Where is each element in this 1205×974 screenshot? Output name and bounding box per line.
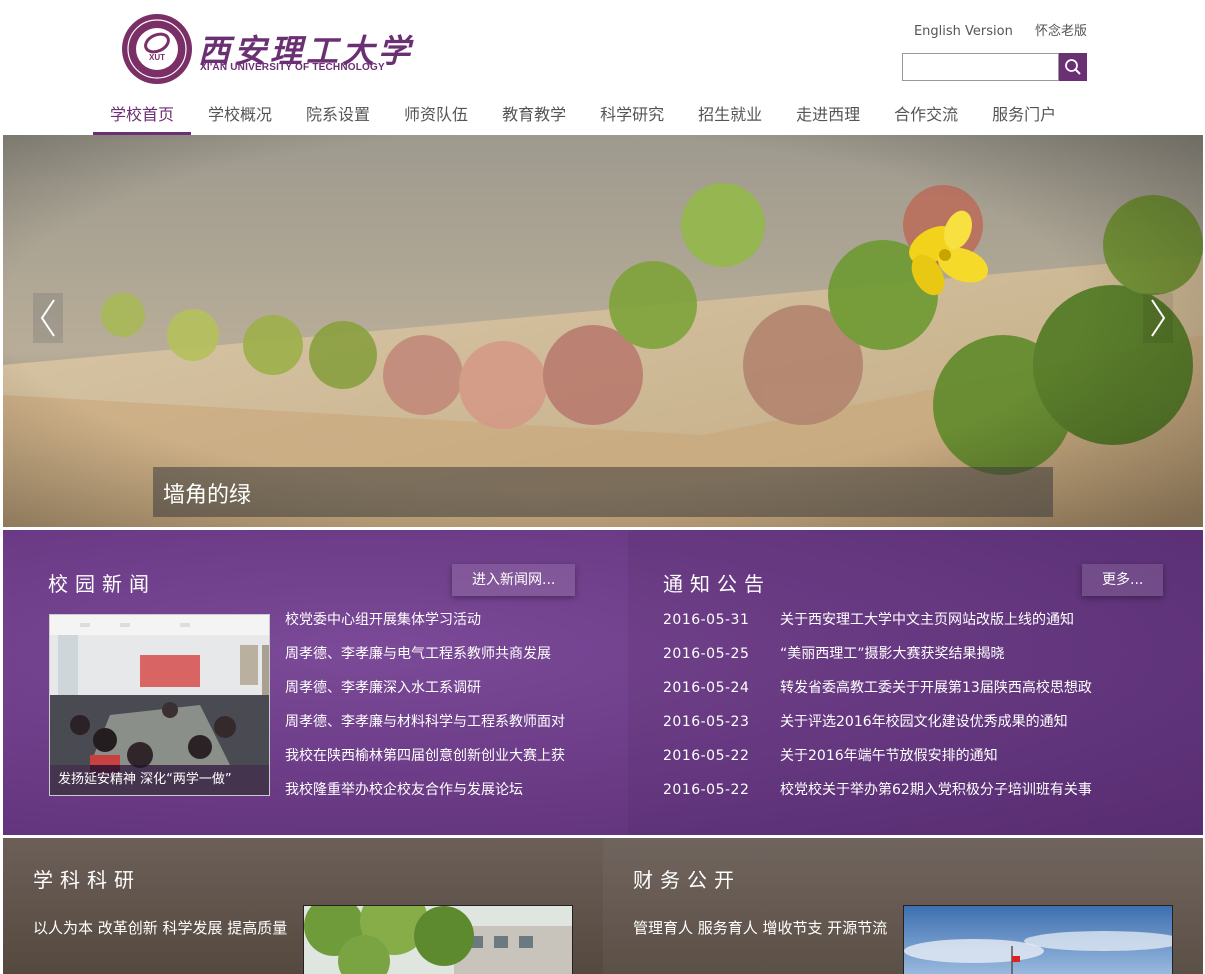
hero-banner[interactable]: 墙角的绿 xyxy=(3,135,1203,527)
search-icon xyxy=(1065,59,1081,75)
chevron-right-icon xyxy=(1151,299,1166,337)
research-panel: 学科科研 以人为本 改革创新 科学发展 提高质量 xyxy=(3,838,603,974)
news-item[interactable]: 周孝德、李孝廉深入水工系调研 xyxy=(285,678,565,712)
news-photo-caption: 发扬延安精神 深化“两学一做” xyxy=(50,765,269,795)
search-box xyxy=(902,53,1087,81)
notice-title[interactable]: 关于评选2016年校园文化建设优秀成果的通知 xyxy=(780,712,1068,746)
finance-title: 财务公开 xyxy=(633,868,741,892)
news-section: 校园新闻 进入新闻网... 发扬延安精神 深化“两学一做” 校党委中心组开展集体… xyxy=(3,530,1203,835)
site-header: XUT 西安理工大学 XI'AN UNIVERSITY OF TECHNOLOG… xyxy=(0,0,1205,135)
research-title: 学科科研 xyxy=(33,868,141,892)
notice-item[interactable]: 2016-05-31 关于西安理工大学中文主页网站改版上线的通知 xyxy=(663,610,1092,644)
notice-date: 2016-05-31 xyxy=(663,612,750,628)
notice-list: 2016-05-31 关于西安理工大学中文主页网站改版上线的通知 2016-05… xyxy=(663,610,1092,814)
tree-building-photo xyxy=(304,906,572,974)
notices-panel: 通知公告 更多... 2016-05-31 关于西安理工大学中文主页网站改版上线… xyxy=(628,530,1203,835)
finance-desc: 管理育人 服务育人 增收节支 开源节流 xyxy=(633,919,888,937)
search-button[interactable] xyxy=(1059,53,1087,81)
news-item[interactable]: 我校在陕西榆林第四届创意创新创业大赛上获 xyxy=(285,746,565,780)
finance-photo[interactable] xyxy=(903,905,1173,974)
banner-caption-text: 墙角的绿 xyxy=(163,483,252,508)
notice-item[interactable]: 2016-05-24 转发省委高教工委关于开展第13届陕西高校思想政 xyxy=(663,678,1092,712)
notice-item[interactable]: 2016-05-25 “美丽西理工”摄影大赛获奖结果揭晓 xyxy=(663,644,1092,678)
university-logo[interactable]: XUT 西安理工大学 XI'AN UNIVERSITY OF TECHNOLOG… xyxy=(120,12,410,86)
news-photo[interactable]: 发扬延安精神 深化“两学一做” xyxy=(49,614,270,796)
seal-text: XUT xyxy=(149,53,165,62)
bottom-section: 学科科研 以人为本 改革创新 科学发展 提高质量 财务公开 管理育人 服务育人 … xyxy=(3,838,1203,974)
notice-date: 2016-05-25 xyxy=(663,646,750,662)
notice-item[interactable]: 2016-05-23 关于评选2016年校园文化建设优秀成果的通知 xyxy=(663,712,1092,746)
nav-item-faculty[interactable]: 师资队伍 xyxy=(387,97,485,135)
finance-panel: 财务公开 管理育人 服务育人 增收节支 开源节流 xyxy=(603,838,1203,974)
news-item[interactable]: 周孝德、李孝廉与材料科学与工程系教师面对 xyxy=(285,712,565,746)
chevron-left-icon xyxy=(40,299,55,337)
university-seal-icon: XUT xyxy=(122,14,192,84)
search-input[interactable] xyxy=(902,53,1059,81)
banner-prev-button[interactable] xyxy=(33,293,63,343)
top-links: English Version 怀念老版 xyxy=(896,20,1087,39)
notice-item[interactable]: 2016-05-22 关于2016年端午节放假安排的通知 xyxy=(663,746,1092,780)
notice-date: 2016-05-22 xyxy=(663,782,750,798)
notice-date: 2016-05-23 xyxy=(663,714,750,730)
research-desc: 以人为本 改革创新 科学发展 提高质量 xyxy=(33,919,288,937)
notice-date: 2016-05-24 xyxy=(663,680,750,696)
notice-date: 2016-05-22 xyxy=(663,748,750,764)
nav-item-about[interactable]: 走进西理 xyxy=(779,97,877,135)
logo-name-en: XI'AN UNIVERSITY OF TECHNOLOGY xyxy=(200,62,385,73)
nav-item-cooperation[interactable]: 合作交流 xyxy=(877,97,975,135)
campus-news-title: 校园新闻 xyxy=(48,572,156,596)
banner-caption: 墙角的绿 xyxy=(153,467,1053,517)
notice-title[interactable]: 关于西安理工大学中文主页网站改版上线的通知 xyxy=(780,610,1074,644)
notice-title[interactable]: 转发省委高教工委关于开展第13届陕西高校思想政 xyxy=(780,678,1092,712)
nav-item-services[interactable]: 服务门户 xyxy=(975,97,1073,135)
notice-item[interactable]: 2016-05-22 校党校关于举办第62期入党积极分子培训班有关事 xyxy=(663,780,1092,814)
english-version-link[interactable]: English Version xyxy=(914,24,1013,39)
notice-title[interactable]: 关于2016年端午节放假安排的通知 xyxy=(780,746,998,780)
news-site-button[interactable]: 进入新闻网... xyxy=(452,564,576,596)
news-item[interactable]: 校党委中心组开展集体学习活动 xyxy=(285,610,565,644)
notice-title[interactable]: “美丽西理工”摄影大赛获奖结果揭晓 xyxy=(780,644,1005,678)
main-nav: 学校首页 学校概况 院系设置 师资队伍 教育教学 科学研究 招生就业 走进西理 … xyxy=(93,97,1073,135)
notices-more-button[interactable]: 更多... xyxy=(1082,564,1164,596)
research-photo[interactable] xyxy=(303,905,573,974)
old-version-link[interactable]: 怀念老版 xyxy=(1035,24,1087,39)
sky-flag-photo xyxy=(904,906,1172,974)
nav-item-home[interactable]: 学校首页 xyxy=(93,97,192,135)
news-list: 校党委中心组开展集体学习活动 周孝德、李孝廉与电气工程系教师共商发展 周孝德、李… xyxy=(285,610,565,814)
news-item[interactable]: 周孝德、李孝廉与电气工程系教师共商发展 xyxy=(285,644,565,678)
news-item[interactable]: 我校隆重举办校企校友合作与发展论坛 xyxy=(285,780,565,814)
nav-item-education[interactable]: 教育教学 xyxy=(485,97,583,135)
notices-title: 通知公告 xyxy=(663,572,771,596)
banner-next-button[interactable] xyxy=(1143,293,1173,343)
nav-item-research[interactable]: 科学研究 xyxy=(583,97,681,135)
nav-item-overview[interactable]: 学校概况 xyxy=(191,97,289,135)
campus-news-panel: 校园新闻 进入新闻网... 发扬延安精神 深化“两学一做” 校党委中心组开展集体… xyxy=(3,530,628,835)
nav-item-admissions[interactable]: 招生就业 xyxy=(681,97,779,135)
notice-title[interactable]: 校党校关于举办第62期入党积极分子培训班有关事 xyxy=(780,780,1092,814)
nav-item-departments[interactable]: 院系设置 xyxy=(289,97,387,135)
